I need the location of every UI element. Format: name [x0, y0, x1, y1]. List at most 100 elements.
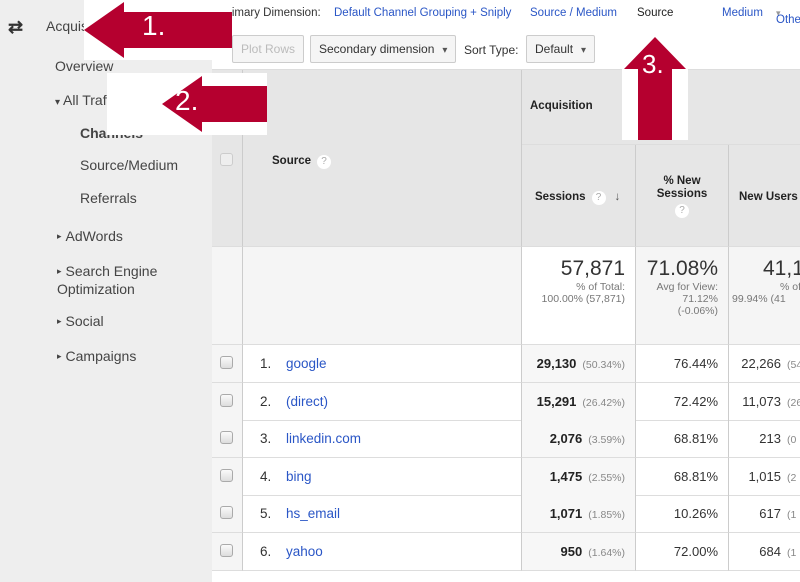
source-link[interactable]: google [286, 356, 327, 371]
new-users-percent: (2 [787, 471, 797, 484]
new-sessions-cell: 10.26% [636, 495, 729, 533]
source-link[interactable]: bing [286, 469, 312, 484]
sessions-cell: 950 (1.64%) [522, 532, 636, 571]
new-users-cell: 617 (1 [729, 495, 800, 533]
source-link[interactable]: (direct) [286, 394, 328, 409]
sessions-value: 950 [560, 543, 583, 559]
totals-new-sessions: 71.08% Avg for View: 71.12% (-0.06%) [636, 247, 729, 345]
rank: 6. [260, 543, 272, 559]
total-sub: % of [780, 281, 800, 293]
new-users-cell: 213 (0 [729, 420, 800, 458]
toolbar: Plot Rows Secondary dimension Sort Type:… [212, 30, 800, 70]
help-icon[interactable]: ? [591, 191, 606, 205]
dimension-other[interactable]: Other ▾ [776, 7, 800, 26]
sessions-value: 29,130 [536, 356, 577, 371]
row-checkbox[interactable] [220, 468, 233, 482]
help-icon[interactable]: ? [317, 155, 331, 169]
sessions-value: 1,475 [549, 468, 583, 484]
header-blank [243, 70, 522, 145]
label: % New Sessions [656, 175, 708, 200]
row-checkbox-cell [212, 457, 243, 496]
new-users-cell: 22,266 (54 [729, 345, 800, 383]
secondary-dimension-dropdown[interactable]: Secondary dimension [310, 35, 457, 63]
sidebar-item-social[interactable]: Social [57, 313, 104, 329]
column-header-new-users[interactable]: New Users [729, 145, 800, 247]
dimension-source-medium[interactable]: Source / Medium [530, 7, 617, 19]
row-checkbox[interactable] [220, 356, 233, 369]
sessions-cell: 15,291 (26.42%) [522, 382, 636, 421]
source-cell: 5. hs_email [243, 495, 522, 533]
sidebar-item-adwords[interactable]: AdWords [57, 228, 123, 244]
row-checkbox-cell [212, 420, 243, 458]
label: Secondary dimension [319, 42, 435, 56]
help-icon[interactable]: ? [675, 204, 689, 218]
row-checkbox-cell [212, 382, 243, 421]
label: Campaigns [65, 348, 137, 364]
new-sessions-cell: 76.44% [636, 345, 729, 383]
row-checkbox[interactable] [220, 431, 233, 444]
total-value: 57,871 [560, 257, 625, 280]
label: Other [776, 14, 800, 26]
acquisition-icon: ⇄ [8, 17, 23, 37]
annotation-arrow-3: 3. [622, 35, 688, 140]
sessions-value: 15,291 [536, 393, 577, 409]
row-checkbox[interactable] [220, 393, 233, 407]
select-all-cell [212, 145, 243, 247]
rank: 3. [260, 431, 272, 446]
sessions-percent: (2.55%) [588, 471, 625, 484]
dimension-medium[interactable]: Medium [722, 7, 763, 19]
row-checkbox[interactable] [220, 506, 233, 519]
sessions-percent: (1.64%) [588, 546, 625, 559]
new-sessions-value: 76.44% [673, 356, 718, 371]
new-users-cell: 684 (1 [729, 533, 800, 571]
sessions-cell: 29,130 (50.34%) [522, 345, 636, 383]
new-users-value: 22,266 [741, 356, 781, 371]
sessions-cell: 1,071 (1.85%) [522, 495, 636, 533]
sessions-percent: (50.34%) [582, 359, 625, 371]
select-all-checkbox[interactable] [220, 153, 233, 166]
rank: 1. [260, 356, 272, 371]
source-link[interactable]: yahoo [286, 544, 323, 559]
sidebar-item-campaigns[interactable]: Campaigns [57, 348, 137, 364]
new-sessions-cell: 68.81% [636, 457, 729, 496]
label: Sessions [535, 191, 586, 203]
sidebar-item-source-medium[interactable]: Source/Medium [80, 157, 178, 173]
column-header-source[interactable]: Source? [243, 145, 522, 247]
column-header-sessions[interactable]: Sessions? ↓ [522, 145, 636, 247]
sessions-value: 2,076 [549, 431, 583, 446]
sessions-cell: 1,475 (2.55%) [522, 457, 636, 496]
new-sessions-value: 68.81% [673, 431, 718, 446]
sessions-percent: (26.42%) [582, 396, 625, 409]
total-sub: (-0.06%) [677, 305, 718, 317]
label: Default [535, 42, 574, 56]
column-header-new-sessions[interactable]: % New Sessions? [636, 145, 729, 247]
sort-type-dropdown[interactable]: Default [526, 35, 596, 63]
annotation-arrow-1: 1. [84, 0, 232, 60]
source-cell: 1. google [243, 345, 522, 383]
source-link[interactable]: hs_email [286, 506, 340, 521]
total-sub: 100.00% (57,871) [541, 293, 625, 305]
sort-desc-icon: ↓ [614, 191, 621, 203]
new-users-value: 11,073 [742, 393, 781, 409]
sidebar-item-overview[interactable]: Overview [55, 58, 113, 74]
total-value: 71.08% [646, 257, 718, 280]
plot-rows-button[interactable]: Plot Rows [232, 35, 305, 63]
sidebar-item-seo[interactable]: Search Engine Optimization [57, 263, 177, 297]
source-link[interactable]: linkedin.com [286, 431, 361, 446]
new-users-percent: (26 [787, 396, 800, 409]
new-users-percent: (1 [787, 509, 797, 521]
rank: 5. [260, 506, 272, 521]
rank: 4. [260, 468, 272, 484]
source-cell: 4. bing [243, 457, 522, 496]
sessions-cell: 2,076 (3.59%) [522, 420, 636, 458]
new-sessions-cell: 68.81% [636, 420, 729, 458]
new-sessions-cell: 72.00% [636, 532, 729, 571]
annotation-label: 2. [175, 85, 199, 116]
sidebar-item-referrals[interactable]: Referrals [80, 190, 137, 206]
dimension-source[interactable]: Source [637, 7, 673, 19]
new-users-percent: (0 [787, 434, 797, 446]
row-checkbox[interactable] [220, 543, 233, 557]
new-users-percent: (54 [787, 359, 800, 371]
dimension-default-channel-grouping[interactable]: Default Channel Grouping + Sniply [334, 7, 511, 19]
total-sub: Avg for View: [656, 281, 718, 293]
